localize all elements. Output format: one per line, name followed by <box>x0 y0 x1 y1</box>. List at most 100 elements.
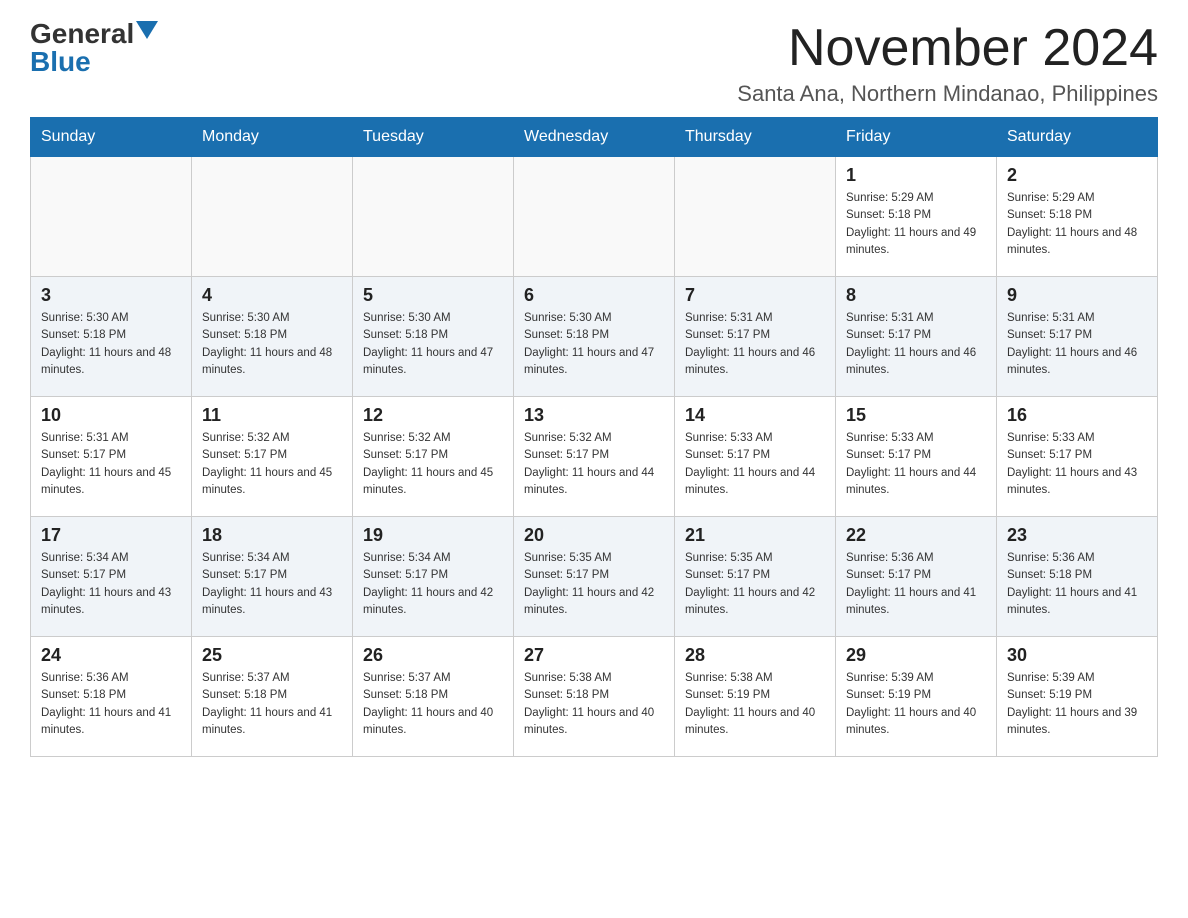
day-info: Sunrise: 5:31 AMSunset: 5:17 PMDaylight:… <box>846 310 986 379</box>
day-number: 7 <box>685 285 825 306</box>
day-info: Sunrise: 5:30 AMSunset: 5:18 PMDaylight:… <box>41 310 181 379</box>
day-info: Sunrise: 5:29 AMSunset: 5:18 PMDaylight:… <box>846 190 986 259</box>
logo-blue: Blue <box>30 48 91 76</box>
day-number: 13 <box>524 405 664 426</box>
day-info: Sunrise: 5:36 AMSunset: 5:17 PMDaylight:… <box>846 550 986 619</box>
calendar-week-row: 17 Sunrise: 5:34 AMSunset: 5:17 PMDayligh… <box>31 517 1158 637</box>
table-row: 22 Sunrise: 5:36 AMSunset: 5:17 PMDayligh… <box>836 517 997 637</box>
day-info: Sunrise: 5:30 AMSunset: 5:18 PMDaylight:… <box>524 310 664 379</box>
day-number: 10 <box>41 405 181 426</box>
logo: General Blue <box>30 20 158 76</box>
header-wednesday: Wednesday <box>514 118 675 157</box>
table-row: 18Sunrise: 5:34 AMSunset: 5:17 PMDayligh… <box>192 517 353 637</box>
day-number: 6 <box>524 285 664 306</box>
calendar-week-row: 10 Sunrise: 5:31 AMSunset: 5:17 PMDayligh… <box>31 397 1158 517</box>
table-row: 12 Sunrise: 5:32 AMSunset: 5:17 PMDayligh… <box>353 397 514 517</box>
day-info: Sunrise: 5:32 AMSunset: 5:17 PMDaylight:… <box>524 430 664 499</box>
day-info: Sunrise: 5:33 AMSunset: 5:17 PMDaylight:… <box>846 430 986 499</box>
table-row: 29Sunrise: 5:39 AMSunset: 5:19 PMDayligh… <box>836 637 997 757</box>
day-number: 15 <box>846 405 986 426</box>
day-info: Sunrise: 5:34 AMSunset: 5:17 PMDaylight:… <box>202 550 342 619</box>
day-number: 25 <box>202 645 342 666</box>
table-row <box>192 157 353 277</box>
table-row: 28Sunrise: 5:38 AMSunset: 5:19 PMDayligh… <box>675 637 836 757</box>
calendar-table: Sunday Monday Tuesday Wednesday Thursday… <box>30 117 1158 757</box>
day-info: Sunrise: 5:31 AMSunset: 5:17 PMDaylight:… <box>41 430 181 499</box>
day-info: Sunrise: 5:31 AMSunset: 5:17 PMDaylight:… <box>685 310 825 379</box>
day-info: Sunrise: 5:34 AMSunset: 5:17 PMDaylight:… <box>41 550 181 619</box>
day-number: 17 <box>41 525 181 546</box>
table-row: 1 Sunrise: 5:29 AMSunset: 5:18 PMDaylight… <box>836 157 997 277</box>
header-tuesday: Tuesday <box>353 118 514 157</box>
day-number: 9 <box>1007 285 1147 306</box>
day-info: Sunrise: 5:29 AMSunset: 5:18 PMDaylight:… <box>1007 190 1147 259</box>
table-row: 24Sunrise: 5:36 AMSunset: 5:18 PMDayligh… <box>31 637 192 757</box>
header-saturday: Saturday <box>997 118 1158 157</box>
day-number: 27 <box>524 645 664 666</box>
day-info: Sunrise: 5:36 AMSunset: 5:18 PMDaylight:… <box>41 670 181 739</box>
table-row: 15 Sunrise: 5:33 AMSunset: 5:17 PMDayligh… <box>836 397 997 517</box>
day-info: Sunrise: 5:30 AMSunset: 5:18 PMDaylight:… <box>363 310 503 379</box>
day-number: 20 <box>524 525 664 546</box>
day-number: 21 <box>685 525 825 546</box>
day-number: 14 <box>685 405 825 426</box>
table-row: 21 Sunrise: 5:35 AMSunset: 5:17 PMDayligh… <box>675 517 836 637</box>
table-row: 23Sunrise: 5:36 AMSunset: 5:18 PMDayligh… <box>997 517 1158 637</box>
day-number: 5 <box>363 285 503 306</box>
day-number: 1 <box>846 165 986 186</box>
logo-general: General <box>30 20 134 48</box>
table-row: 7 Sunrise: 5:31 AMSunset: 5:17 PMDaylight… <box>675 277 836 397</box>
table-row: 13 Sunrise: 5:32 AMSunset: 5:17 PMDayligh… <box>514 397 675 517</box>
day-info: Sunrise: 5:32 AMSunset: 5:17 PMDaylight:… <box>202 430 342 499</box>
day-info: Sunrise: 5:39 AMSunset: 5:19 PMDaylight:… <box>1007 670 1147 739</box>
table-row: 26 Sunrise: 5:37 AMSunset: 5:18 PMDayligh… <box>353 637 514 757</box>
table-row: 8 Sunrise: 5:31 AMSunset: 5:17 PMDaylight… <box>836 277 997 397</box>
page-header: General Blue November 2024 Santa Ana, No… <box>30 20 1158 107</box>
table-row: 3 Sunrise: 5:30 AMSunset: 5:18 PMDaylight… <box>31 277 192 397</box>
title-area: November 2024 Santa Ana, Northern Mindan… <box>737 20 1158 107</box>
day-number: 11 <box>202 405 342 426</box>
day-info: Sunrise: 5:32 AMSunset: 5:17 PMDaylight:… <box>363 430 503 499</box>
table-row: 6 Sunrise: 5:30 AMSunset: 5:18 PMDaylight… <box>514 277 675 397</box>
day-number: 28 <box>685 645 825 666</box>
header-sunday: Sunday <box>31 118 192 157</box>
table-row: 11 Sunrise: 5:32 AMSunset: 5:17 PMDayligh… <box>192 397 353 517</box>
day-number: 8 <box>846 285 986 306</box>
table-row: 4 Sunrise: 5:30 AMSunset: 5:18 PMDaylight… <box>192 277 353 397</box>
day-info: Sunrise: 5:33 AMSunset: 5:17 PMDaylight:… <box>685 430 825 499</box>
day-info: Sunrise: 5:37 AMSunset: 5:18 PMDaylight:… <box>363 670 503 739</box>
table-row <box>514 157 675 277</box>
day-info: Sunrise: 5:30 AMSunset: 5:18 PMDaylight:… <box>202 310 342 379</box>
table-row: 5 Sunrise: 5:30 AMSunset: 5:18 PMDaylight… <box>353 277 514 397</box>
day-number: 22 <box>846 525 986 546</box>
day-info: Sunrise: 5:37 AMSunset: 5:18 PMDaylight:… <box>202 670 342 739</box>
calendar-header-row: Sunday Monday Tuesday Wednesday Thursday… <box>31 118 1158 157</box>
day-number: 4 <box>202 285 342 306</box>
location-subtitle: Santa Ana, Northern Mindanao, Philippine… <box>737 81 1158 107</box>
calendar-week-row: 3 Sunrise: 5:30 AMSunset: 5:18 PMDaylight… <box>31 277 1158 397</box>
day-number: 3 <box>41 285 181 306</box>
table-row: 2Sunrise: 5:29 AMSunset: 5:18 PMDaylight… <box>997 157 1158 277</box>
header-thursday: Thursday <box>675 118 836 157</box>
day-info: Sunrise: 5:35 AMSunset: 5:17 PMDaylight:… <box>524 550 664 619</box>
day-info: Sunrise: 5:34 AMSunset: 5:17 PMDaylight:… <box>363 550 503 619</box>
table-row <box>353 157 514 277</box>
day-info: Sunrise: 5:35 AMSunset: 5:17 PMDaylight:… <box>685 550 825 619</box>
day-info: Sunrise: 5:36 AMSunset: 5:18 PMDaylight:… <box>1007 550 1147 619</box>
day-number: 26 <box>363 645 503 666</box>
logo-triangle-icon <box>136 21 158 43</box>
day-number: 29 <box>846 645 986 666</box>
table-row: 20 Sunrise: 5:35 AMSunset: 5:17 PMDayligh… <box>514 517 675 637</box>
header-friday: Friday <box>836 118 997 157</box>
table-row: 27 Sunrise: 5:38 AMSunset: 5:18 PMDayligh… <box>514 637 675 757</box>
day-number: 12 <box>363 405 503 426</box>
table-row <box>31 157 192 277</box>
day-info: Sunrise: 5:31 AMSunset: 5:17 PMDaylight:… <box>1007 310 1147 379</box>
calendar-week-row: 1 Sunrise: 5:29 AMSunset: 5:18 PMDaylight… <box>31 157 1158 277</box>
table-row: 17 Sunrise: 5:34 AMSunset: 5:17 PMDayligh… <box>31 517 192 637</box>
header-monday: Monday <box>192 118 353 157</box>
day-number: 30 <box>1007 645 1147 666</box>
day-info: Sunrise: 5:38 AMSunset: 5:18 PMDaylight:… <box>524 670 664 739</box>
month-title: November 2024 <box>737 20 1158 77</box>
table-row: 16Sunrise: 5:33 AMSunset: 5:17 PMDayligh… <box>997 397 1158 517</box>
